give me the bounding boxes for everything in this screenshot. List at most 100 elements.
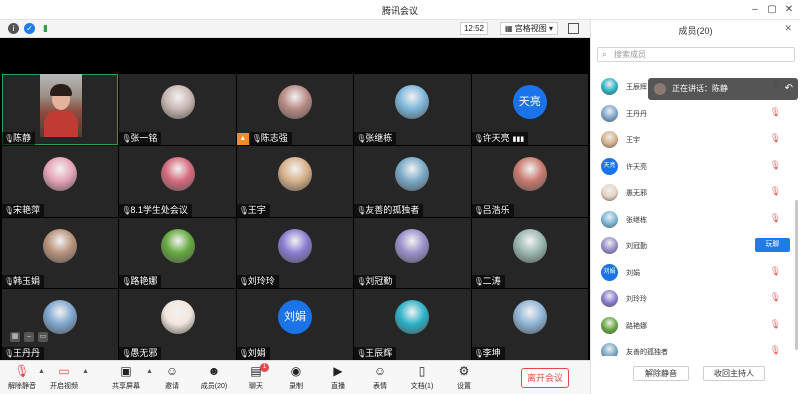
participant-tile[interactable]: 🎙友善的孤独者	[354, 145, 471, 217]
member-search-input[interactable]: ⌕ 搜索成员	[597, 47, 795, 62]
participant-tile[interactable]: 🎙8.1学生处会议	[119, 145, 236, 217]
share-label: 共享屏幕	[112, 383, 140, 390]
invite-button[interactable]: ☺ 邀请	[152, 363, 192, 391]
participant-tile[interactable]: 🎙王辰辉	[354, 289, 471, 360]
member-row[interactable]: 刘娟 刘娟 🎙	[591, 260, 791, 285]
microphone-muted-icon[interactable]: 🎙	[770, 107, 781, 118]
microphone-muted-icon: 🎙	[14, 364, 30, 378]
microphone-muted-icon[interactable]: 🎙	[770, 186, 781, 197]
microphone-muted-icon: 🎙	[238, 205, 249, 215]
mute-button[interactable]: 🎙 解除静音	[2, 363, 42, 391]
participant-tile[interactable]: 🎙宋艳萍	[2, 145, 119, 217]
leave-meeting-button[interactable]: 离开会议	[521, 368, 569, 388]
emoji-icon: ☺	[373, 364, 387, 378]
layout-icon[interactable]: ▦	[10, 332, 20, 342]
live-button[interactable]: ▶ 直播	[318, 363, 358, 391]
share-screen-icon: ▣	[120, 364, 132, 378]
participant-name: 8.1学生处会议	[130, 204, 188, 215]
participant-name-bar: 🎙8.1学生处会议	[119, 203, 192, 217]
microphone-muted-icon[interactable]: 🎙	[770, 133, 781, 144]
participant-name: 刘玲玲	[247, 276, 275, 287]
member-row[interactable]: 王丹丹 🎙	[591, 101, 791, 126]
microphone-muted-icon[interactable]: 🎙	[770, 213, 781, 224]
participant-tile[interactable]: ▦ – ▭ 🎙王丹丹	[2, 289, 119, 360]
member-avatar: 天亮	[601, 157, 618, 175]
reclaim-host-button[interactable]: 收回主持人	[703, 366, 765, 381]
participant-tile[interactable]: 🎙王宇	[236, 145, 354, 217]
participant-avatar	[43, 156, 78, 191]
maximize-icon[interactable]: ▢	[765, 3, 779, 17]
microphone-muted-icon[interactable]: 🎙	[770, 345, 781, 356]
participant-tile[interactable]: 🎙张一铭	[119, 74, 236, 145]
docs-button[interactable]: ▯ 文档(1)	[402, 363, 442, 391]
participant-tile[interactable]: 🎙韩玉娟	[2, 217, 119, 289]
signal-strength-icon: ▮▮▮	[512, 135, 525, 143]
video-button[interactable]: ▭ 开启视频	[44, 363, 84, 391]
record-button[interactable]: ◉ 录制	[276, 363, 316, 391]
member-row[interactable]: 刘玲玲 🎙	[591, 286, 791, 311]
participant-tile[interactable]: 🎙刘玲玲	[236, 217, 354, 289]
participant-name-bar: 🎙宋艳萍	[2, 203, 45, 217]
record-icon: ◉	[290, 364, 302, 378]
participant-name-bar: 🎙陈志强	[249, 131, 292, 145]
caret-up-icon[interactable]: ▲	[82, 368, 89, 375]
microphone-muted-icon: 🎙	[238, 349, 249, 358]
member-name: 王丹丹	[626, 110, 647, 118]
member-row[interactable]: 友善的孤独者 🎙	[591, 339, 791, 356]
close-panel-icon[interactable]: ✕	[784, 23, 792, 34]
microphone-muted-icon[interactable]: 🎙	[770, 160, 781, 171]
chat-button[interactable]: ▤ 1 聊天	[236, 363, 276, 391]
participant-tile[interactable]: 🎙愚无邪	[119, 289, 236, 360]
member-avatar	[601, 316, 618, 334]
member-action-button[interactable]: 玩聊	[755, 238, 790, 252]
settings-button[interactable]: ⚙ 设置	[444, 363, 484, 391]
fullscreen-icon[interactable]	[568, 23, 579, 34]
member-row[interactable]: 路艳娜 🎙	[591, 313, 791, 338]
close-icon[interactable]: ✕	[782, 3, 796, 17]
participant-avatar	[512, 300, 547, 335]
collapse-arrow-icon[interactable]: ↶	[785, 78, 793, 100]
microphone-muted-icon[interactable]: 🎙	[770, 266, 781, 277]
member-list-scrollbar[interactable]	[795, 200, 798, 350]
participant-tile[interactable]: 🎙李坤	[471, 289, 588, 360]
fit-screen-icon[interactable]: ▭	[38, 332, 48, 342]
participant-tile[interactable]: ▲ 🎙陈志强	[236, 74, 354, 145]
live-stream-icon: ▶	[333, 364, 343, 378]
participant-tile[interactable]: 天亮 🎙许天亮 ▮▮▮	[471, 74, 588, 145]
participant-avatar	[43, 300, 78, 335]
participant-tile[interactable]: 刘娟 🎙刘娟	[236, 289, 354, 360]
participant-avatar: 刘娟	[277, 300, 312, 335]
shield-icon[interactable]: ✓	[24, 23, 35, 34]
participant-name: 吕浩乐	[482, 204, 510, 215]
minimize-icon[interactable]: –	[748, 3, 762, 17]
member-row[interactable]: 刘冠勤 玩聊	[591, 233, 791, 258]
microphone-muted-icon: 🎙	[238, 277, 249, 287]
participant-name: 陈静	[13, 132, 32, 143]
docs-label: 文档(1)	[410, 383, 434, 390]
unmute-all-button[interactable]: 解除静音	[633, 366, 689, 381]
participant-tile[interactable]: 🎙吕浩乐	[471, 145, 588, 217]
participant-tile[interactable]: 🎙张继栋	[354, 74, 471, 145]
microphone-muted-icon[interactable]: 🎙	[770, 292, 781, 303]
participant-avatar	[395, 156, 430, 191]
info-icon[interactable]: i	[8, 23, 19, 34]
reaction-button[interactable]: ☺ 表情	[360, 363, 400, 391]
member-row[interactable]: 张继栋 🎙	[591, 207, 791, 232]
view-mode-select[interactable]: ▦ 宫格视图 ▾	[500, 22, 558, 35]
participant-tile[interactable]: 🎙刘冠勤	[354, 217, 471, 289]
network-signal-icon: ▮	[43, 23, 48, 33]
participant-tile[interactable]: 🎙路艳娜	[119, 217, 236, 289]
participant-tile[interactable]: 🎙二涛	[471, 217, 588, 289]
members-button[interactable]: ☻ 成员(20)	[194, 363, 234, 391]
minus-icon[interactable]: –	[24, 332, 34, 342]
participant-avatar	[277, 228, 312, 263]
share-screen-button[interactable]: ▣ 共享屏幕	[106, 363, 146, 391]
participant-avatar	[395, 228, 430, 263]
member-avatar	[601, 78, 618, 95]
member-row[interactable]: 天亮 许天亮 🎙	[591, 154, 791, 179]
microphone-muted-icon[interactable]: 🎙	[770, 319, 781, 330]
member-row[interactable]: 愚无邪 🎙	[591, 180, 791, 205]
members-icon: ☻	[207, 364, 221, 378]
participant-tile[interactable]: 🎙陈静	[2, 74, 119, 145]
member-row[interactable]: 王宇 🎙	[591, 127, 791, 152]
